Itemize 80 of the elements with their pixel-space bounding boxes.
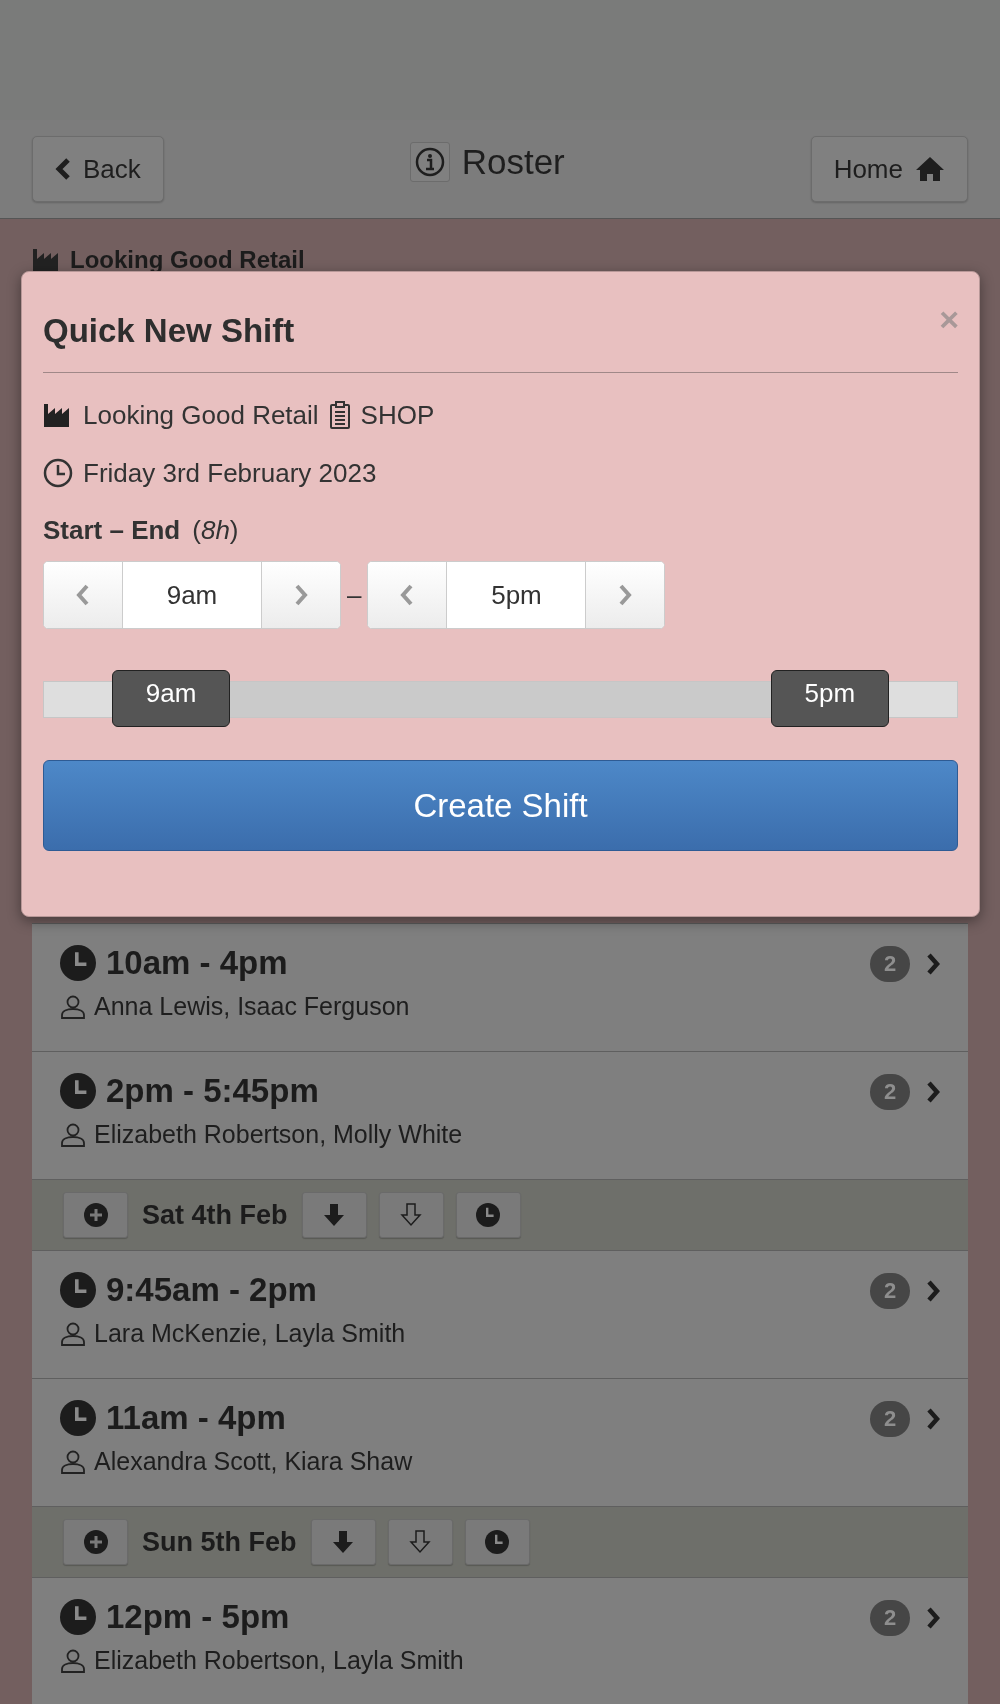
day-label: Sun 5th Feb: [142, 1526, 297, 1558]
chevron-right-icon: [294, 584, 308, 606]
slider-handle[interactable]: 5pm: [770, 670, 889, 727]
chevron-right-icon: [926, 1407, 940, 1431]
staff-count: 2: [870, 1273, 910, 1309]
staff-count: 2: [870, 946, 910, 982]
back-button[interactable]: Back: [32, 136, 164, 202]
plus-circle-icon: [83, 1530, 108, 1554]
page-title: Roster: [461, 142, 565, 182]
chevron-left-icon: [400, 584, 415, 606]
clock-icon: [43, 458, 73, 488]
shift-row[interactable]: 11am - 4pm Alexandra Scott, Kiara Shaw 2: [32, 1379, 968, 1507]
chevron-right-icon: [926, 952, 940, 976]
clipboard-icon: [328, 401, 351, 429]
person-icon: [60, 1321, 86, 1346]
slider-handle[interactable]: 9am: [112, 670, 231, 727]
staff-names: Alexandra Scott, Kiara Shaw: [94, 1447, 413, 1476]
arrow-down-button[interactable]: [387, 1519, 453, 1565]
end-time-field[interactable]: 5pm: [446, 562, 587, 628]
shift-time: 9:45am - 2pm: [106, 1271, 317, 1309]
arrow-down-icon: [332, 1530, 354, 1554]
clock-icon: [60, 1272, 96, 1308]
start-time-field[interactable]: 9am: [122, 562, 262, 628]
arrow-down-icon: [409, 1530, 431, 1554]
location-name: Looking Good Retail: [70, 246, 305, 274]
chevron-left-icon: [55, 157, 71, 181]
site-name: Looking Good Retail: [83, 399, 319, 431]
day-label: Sat 4th Feb: [142, 1199, 288, 1231]
shift-time: 2pm - 5:45pm: [106, 1072, 319, 1110]
info-button[interactable]: [409, 142, 450, 182]
clock-icon: [60, 1073, 96, 1109]
arrow-down-button[interactable]: [378, 1192, 444, 1238]
person-icon: [60, 1648, 86, 1673]
create-shift-button[interactable]: Create Shift: [43, 760, 958, 851]
arrow-down-button[interactable]: [301, 1192, 367, 1238]
home-icon: [915, 156, 945, 182]
range-label: Start – End: [43, 515, 181, 545]
shift-time: 12pm - 5pm: [106, 1598, 290, 1636]
chevron-right-icon: [926, 1279, 940, 1303]
shift-row[interactable]: 12pm - 5pm Elizabeth Robertson, Layla Smith 2: [32, 1578, 968, 1704]
shift-row[interactable]: 9:45am - 2pm Lara McKenzie, Layla Smith 2: [32, 1251, 968, 1379]
staff-names: Elizabeth Robertson, Layla Smith: [94, 1646, 464, 1675]
clock-icon: [485, 1530, 509, 1554]
arrow-down-icon: [323, 1203, 346, 1227]
chevron-right-icon: [618, 584, 633, 606]
person-icon: [60, 1449, 86, 1474]
chevron-right-icon: [926, 1080, 940, 1104]
arrow-down-button[interactable]: [310, 1519, 376, 1565]
time-stepper[interactable]: 5pm: [367, 561, 666, 629]
plus-circle-icon: [83, 1203, 108, 1227]
duration-label: (8h): [192, 515, 239, 545]
person-icon: [60, 1122, 86, 1147]
shift-time: 11am - 4pm: [106, 1399, 286, 1437]
add-shift-button[interactable]: [63, 1519, 128, 1565]
person-icon: [60, 994, 86, 1019]
staff-count: 2: [870, 1600, 910, 1636]
shift-row[interactable]: 2pm - 5:45pm Elizabeth Robertson, Molly White 2: [32, 1052, 968, 1180]
info-icon: [414, 147, 445, 177]
add-shift-button[interactable]: [63, 1192, 128, 1238]
staff-names: Lara McKenzie, Layla Smith: [94, 1319, 406, 1348]
staff-count: 2: [870, 1401, 910, 1437]
clock-icon: [476, 1203, 501, 1227]
department-name: SHOP: [360, 399, 435, 431]
chevron-left-icon: [76, 584, 90, 606]
shift-row[interactable]: 10am - 4pm Anna Lewis, Isaac Ferguson 2: [32, 924, 968, 1052]
home-button[interactable]: Home: [810, 136, 968, 202]
range-separator: –: [347, 579, 362, 611]
clock-icon: [60, 945, 96, 981]
staff-names: Elizabeth Robertson, Molly White: [94, 1120, 463, 1149]
clock-button[interactable]: [464, 1519, 530, 1565]
shift-date: Friday 3rd February 2023: [83, 457, 377, 489]
clock-icon: [60, 1400, 96, 1436]
shift-time: 10am - 4pm: [106, 944, 288, 982]
chevron-right-icon: [926, 1606, 940, 1630]
staff-count: 2: [870, 1074, 910, 1110]
clock-icon: [60, 1599, 96, 1635]
time-stepper[interactable]: 9am: [43, 561, 341, 629]
staff-names: Anna Lewis, Isaac Ferguson: [94, 992, 410, 1021]
arrow-down-icon: [400, 1203, 423, 1227]
clock-button[interactable]: [455, 1192, 521, 1238]
